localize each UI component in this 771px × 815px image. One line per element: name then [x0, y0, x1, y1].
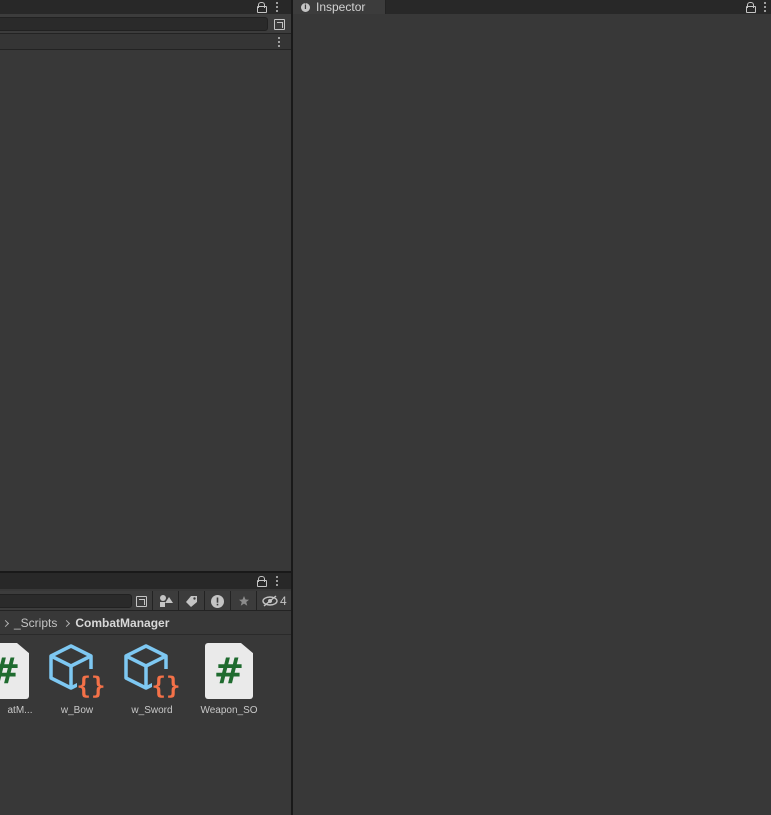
- asset-label: w_Sword: [131, 705, 173, 716]
- asset-item[interactable]: {} w_Sword: [117, 643, 187, 716]
- star-icon: [238, 596, 249, 606]
- chevron-right-icon: [1, 619, 10, 627]
- hierarchy-panel: [0, 0, 291, 571]
- project-search-popout-button[interactable]: [134, 594, 148, 608]
- scriptable-object-icon: {}: [49, 644, 106, 700]
- project-tab-bar: [0, 573, 291, 589]
- hierarchy-lock-button[interactable]: [255, 1, 267, 13]
- hierarchy-header-menu-button[interactable]: [274, 36, 284, 48]
- breadcrumb-item-combatmanager[interactable]: CombatManager: [75, 616, 169, 630]
- svg-text:{}: {}: [152, 672, 181, 700]
- project-panel: 4 _Scripts CombatManager # atM... {} w_B…: [0, 573, 291, 815]
- hierarchy-search-row: [0, 14, 291, 34]
- lock-icon: [745, 2, 756, 13]
- inspector-panel: i Inspector: [293, 0, 771, 815]
- breadcrumb-item-scripts[interactable]: _Scripts: [14, 616, 57, 630]
- csharp-script-icon: #: [0, 643, 29, 699]
- search-by-label-button[interactable]: [178, 591, 204, 611]
- project-toolbar: 4: [0, 591, 291, 611]
- csharp-script-icon: #: [205, 643, 253, 699]
- project-menu-button[interactable]: [272, 575, 282, 587]
- filter-by-type-icon: [159, 595, 173, 607]
- tag-icon: [185, 596, 197, 607]
- more-vertical-icon: [275, 2, 279, 12]
- popout-icon: [273, 18, 285, 30]
- asset-item[interactable]: # Weapon_SO: [194, 643, 264, 716]
- tab-inspector[interactable]: i Inspector: [293, 0, 386, 14]
- inspector-menu-button[interactable]: [760, 1, 770, 13]
- lock-icon: [256, 576, 267, 587]
- project-search-input[interactable]: [0, 594, 132, 608]
- hierarchy-header-row: [0, 34, 291, 50]
- more-vertical-icon: [277, 37, 281, 47]
- hierarchy-search-input[interactable]: [0, 17, 268, 31]
- asset-item[interactable]: {} w_Bow: [42, 643, 112, 716]
- hidden-packages-count: 4: [280, 594, 287, 608]
- asset-label: w_Bow: [60, 705, 94, 716]
- warning-circle-icon: [211, 594, 224, 608]
- lock-icon: [256, 2, 267, 13]
- search-by-type-button[interactable]: [152, 591, 178, 611]
- hierarchy-tab-bar: [0, 0, 291, 14]
- breadcrumb: _Scripts CombatManager: [0, 613, 169, 633]
- hierarchy-menu-button[interactable]: [272, 1, 282, 13]
- breadcrumb-separator: [0, 634, 291, 635]
- project-lock-button[interactable]: [255, 575, 267, 587]
- inspector-lock-button[interactable]: [744, 1, 756, 13]
- chevron-right-icon: [63, 619, 71, 627]
- asset-label: atM...: [7, 705, 33, 716]
- hidden-packages-toggle[interactable]: 4: [256, 591, 291, 611]
- popout-icon: [135, 595, 147, 607]
- svg-text:{}: {}: [77, 672, 106, 700]
- scriptable-object-icon: {}: [124, 644, 181, 700]
- favorites-button[interactable]: [230, 591, 256, 611]
- asset-label: Weapon_SO: [200, 705, 258, 716]
- inspector-tab-label: Inspector: [316, 0, 366, 14]
- log-types-button[interactable]: [204, 591, 230, 611]
- more-vertical-icon: [763, 2, 767, 12]
- asset-item[interactable]: # atM...: [0, 643, 40, 716]
- eye-slash-icon: [262, 595, 278, 607]
- info-icon: i: [301, 2, 310, 12]
- more-vertical-icon: [275, 576, 279, 586]
- hierarchy-search-popout-button[interactable]: [272, 17, 286, 31]
